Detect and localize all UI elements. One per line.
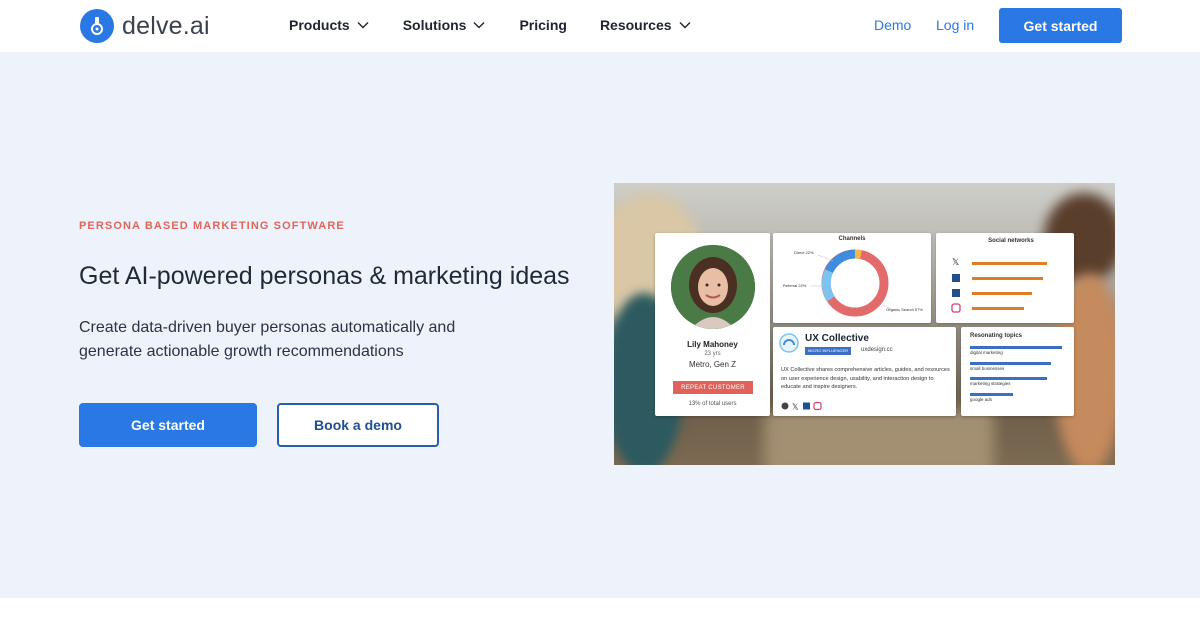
topic-bar bbox=[970, 362, 1051, 365]
hero-section: PERSONA BASED MARKETING SOFTWARE Get AI-… bbox=[0, 52, 1200, 598]
logo[interactable]: delve.ai bbox=[80, 9, 210, 43]
channels-label-organic: Organic Search 57% bbox=[886, 307, 923, 312]
social-bars: 𝕏 bbox=[951, 258, 1047, 313]
logo-text: delve.ai bbox=[122, 11, 210, 40]
site-header: delve.ai Products Solutions Pricing Reso… bbox=[0, 0, 1200, 52]
resonating-topics-card: Resonating topics digital marketing small… bbox=[961, 327, 1074, 416]
logo-mark-icon bbox=[80, 9, 114, 43]
instagram-icon bbox=[813, 401, 822, 411]
social-bar bbox=[972, 292, 1032, 295]
topic-label: digital marketing bbox=[970, 350, 1003, 355]
chevron-down-icon bbox=[679, 22, 691, 29]
nav-solutions[interactable]: Solutions bbox=[403, 17, 487, 33]
topic-bar bbox=[970, 346, 1063, 349]
persona-badge: REPEAT CUSTOMER bbox=[673, 381, 753, 394]
main-nav: Products Solutions Pricing Resources bbox=[289, 17, 725, 33]
hero-dashboard-image: Lily Mahoney 23 yrs Metro, Gen Z REPEAT … bbox=[614, 183, 1115, 465]
persona-avatar bbox=[671, 245, 755, 329]
ux-collective-social-icons: 𝕏 bbox=[781, 401, 822, 412]
topic-label: google ads bbox=[970, 397, 993, 402]
ux-collective-name: UX Collective bbox=[805, 333, 869, 344]
channels-label-referral: Referral 22% bbox=[783, 283, 807, 288]
social-bar bbox=[972, 262, 1047, 265]
topic-label: marketing strategies bbox=[970, 381, 1011, 386]
persona-share: 13% of total users bbox=[688, 401, 737, 407]
topic-bar bbox=[970, 393, 1014, 396]
hero-eyebrow: PERSONA BASED MARKETING SOFTWARE bbox=[79, 220, 345, 232]
login-link[interactable]: Log in bbox=[936, 17, 974, 33]
topic-label: small businesses bbox=[970, 366, 1005, 371]
channels-label-direct: Direct 22% bbox=[794, 250, 814, 255]
nav-solutions-label: Solutions bbox=[402, 17, 467, 33]
social-bar bbox=[972, 277, 1043, 280]
ux-collective-card: UX Collective MICRO INFLUENCER uxdesign.… bbox=[773, 327, 956, 416]
x-icon: 𝕏 bbox=[792, 403, 799, 412]
nav-products-label: Products bbox=[289, 17, 350, 33]
channels-card: Channels Direct 22% Referral 22% Organic… bbox=[773, 233, 931, 323]
bottom-section-edge bbox=[0, 598, 1200, 630]
header-get-started-button[interactable]: Get started bbox=[999, 8, 1122, 43]
facebook-icon bbox=[803, 402, 810, 410]
chevron-down-icon bbox=[357, 22, 369, 29]
nav-resources[interactable]: Resources bbox=[600, 17, 692, 33]
ux-collective-domain: uxdesign.cc bbox=[861, 347, 893, 353]
topic-bar bbox=[970, 377, 1048, 380]
facebook-icon bbox=[952, 274, 960, 282]
persona-age: 23 yrs bbox=[704, 351, 721, 357]
persona-card: Lily Mahoney 23 yrs Metro, Gen Z REPEAT … bbox=[655, 233, 770, 416]
hero-headline: Get AI-powered personas & marketing idea… bbox=[79, 262, 570, 290]
ux-collective-tag: MICRO INFLUENCER bbox=[805, 347, 852, 355]
persona-segment: Metro, Gen Z bbox=[688, 360, 737, 369]
chevron-down-icon bbox=[473, 22, 485, 29]
social-bar bbox=[972, 307, 1024, 310]
ux-collective-logo-icon bbox=[779, 333, 799, 353]
x-icon: 𝕏 bbox=[952, 258, 959, 268]
globe-icon bbox=[781, 402, 789, 410]
book-demo-button[interactable]: Book a demo bbox=[277, 403, 439, 447]
nav-products[interactable]: Products bbox=[289, 17, 370, 33]
linkedin-icon bbox=[952, 289, 960, 297]
persona-name: Lily Mahoney bbox=[687, 340, 738, 349]
ux-collective-description: UX Collective shares comprehensive artic… bbox=[781, 367, 950, 391]
hero-subtext: Create data-driven buyer personas automa… bbox=[79, 319, 456, 360]
topics-title: Resonating topics bbox=[970, 333, 1023, 339]
instagram-icon bbox=[951, 303, 961, 313]
demo-link[interactable]: Demo bbox=[874, 17, 911, 33]
nav-resources-label: Resources bbox=[599, 17, 672, 33]
nav-pricing[interactable]: Pricing bbox=[519, 17, 566, 33]
social-networks-card: Social networks 𝕏 bbox=[936, 233, 1074, 323]
nav-pricing-label: Pricing bbox=[519, 17, 567, 33]
hero-get-started-button[interactable]: Get started bbox=[79, 403, 257, 447]
